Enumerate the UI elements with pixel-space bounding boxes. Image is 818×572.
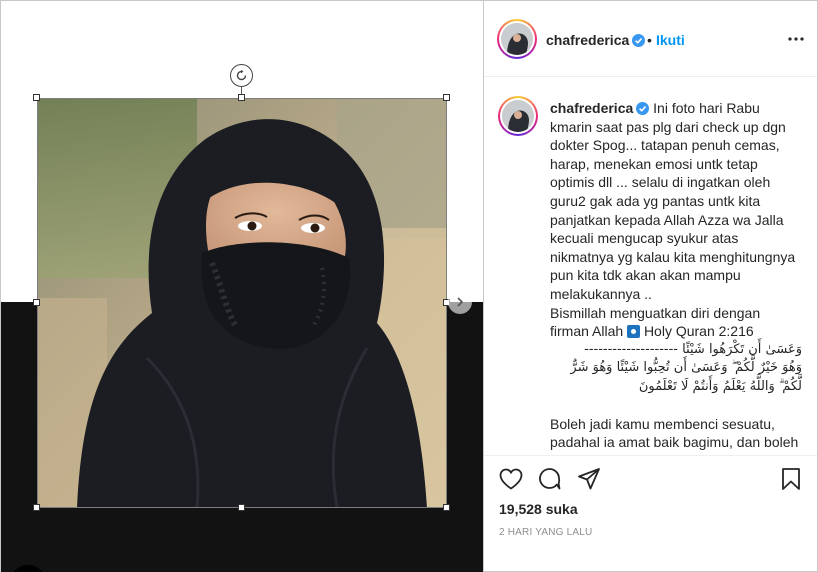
heart-icon[interactable] (498, 466, 524, 492)
resize-handle-middle-left[interactable] (33, 299, 40, 306)
resize-handle-bottom-right[interactable] (443, 504, 450, 511)
rotate-icon[interactable] (230, 64, 253, 87)
verified-badge-icon (636, 102, 650, 115)
post-actions: 19,528 suka 2 HARI YANG LALU (484, 455, 817, 572)
post-header: chafrederica • Ikuti (484, 1, 817, 77)
likes-count[interactable]: 19,528 suka (499, 501, 578, 517)
separator-dot: • (647, 32, 652, 48)
resize-handle-top-right[interactable] (443, 94, 450, 101)
post-photo[interactable] (37, 98, 447, 508)
media-pane (0, 0, 484, 572)
caption-text-3: Boleh jadi kamu membenci sesuatu, padaha… (550, 415, 799, 456)
quran-emoji-icon (627, 325, 641, 339)
caption-arabic-1: وَعَسَىٰ أَن تَكْرَهُوا شَيْئًا (682, 341, 802, 357)
comment-icon[interactable] (537, 466, 563, 492)
username-text[interactable]: chafrederica (546, 32, 629, 48)
post-side-panel: chafrederica • Ikuti chafrederica Ini fo… (483, 0, 818, 572)
post-timestamp[interactable]: 2 HARI YANG LALU (499, 527, 592, 538)
caption-username[interactable]: chafrederica (550, 100, 633, 116)
verified-badge-icon (632, 34, 646, 47)
caption-text-2b: Holy Quran 2:216 (643, 323, 754, 340)
next-photo-button[interactable] (448, 290, 472, 314)
follow-button[interactable]: Ikuti (656, 32, 685, 48)
comments-section[interactable]: chafrederica Ini foto hari Rabu kmarin s… (484, 78, 817, 455)
photo-illustration (37, 98, 447, 508)
avatar-image (502, 100, 534, 132)
avatar-image (501, 23, 533, 55)
resize-handle-top-left[interactable] (33, 94, 40, 101)
dark-blob (13, 565, 43, 572)
caption-dashes: -------------------- (584, 341, 678, 357)
more-options-icon[interactable] (786, 29, 806, 49)
bookmark-icon[interactable] (778, 466, 804, 492)
caption-avatar[interactable] (498, 96, 538, 136)
caption-arabic-2: وَهُوَ خَيْرٌ لَّكُمْ ۖ وَعَسَىٰ أَن تُح… (570, 360, 802, 394)
chevron-right-icon (457, 297, 464, 307)
resize-handle-bottom-left[interactable] (33, 504, 40, 511)
post-caption: chafrederica Ini foto hari Rabu kmarin s… (550, 99, 802, 455)
resize-handle-bottom-middle[interactable] (238, 504, 245, 511)
post-username[interactable]: chafrederica (546, 32, 646, 48)
resize-handle-top-middle[interactable] (238, 94, 245, 101)
avatar[interactable] (497, 19, 537, 59)
paper-plane-icon[interactable] (576, 466, 602, 492)
caption-text-1: Ini foto hari Rabu kmarin saat pas plg d… (550, 100, 796, 302)
